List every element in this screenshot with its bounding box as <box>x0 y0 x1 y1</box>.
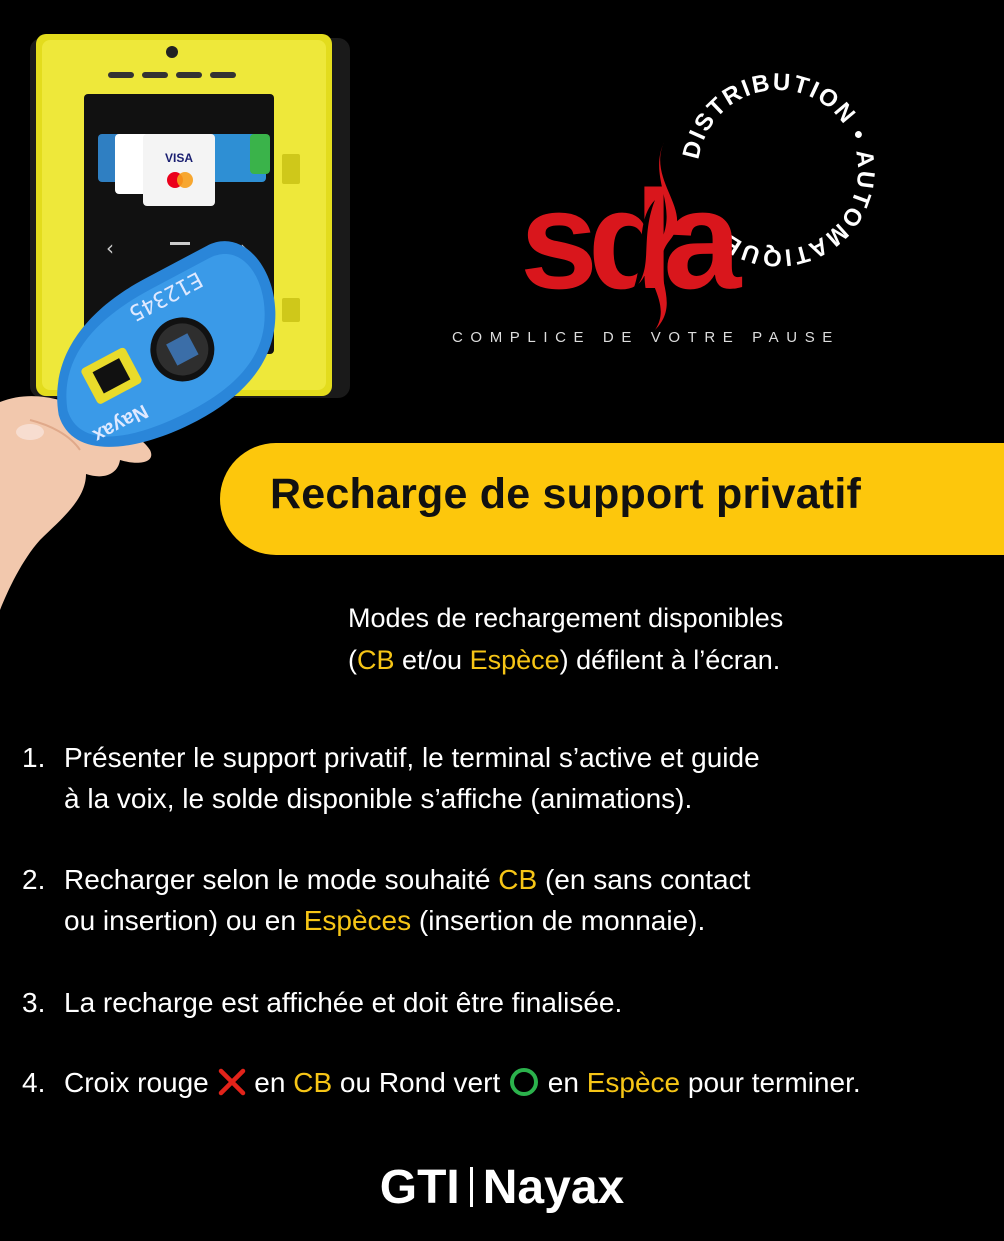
sda-logo-flame <box>633 140 678 330</box>
cb-highlight: CB <box>498 864 538 895</box>
step-number: 4. <box>22 1067 46 1098</box>
espece-highlight: Espèce <box>469 645 560 675</box>
intro-line-1: Modes de rechargement disponibles <box>348 603 784 633</box>
page-title: Recharge de support privatif <box>270 470 861 518</box>
step-text: (insertion de monnaie). <box>411 905 706 936</box>
step-number: 2. <box>22 864 46 895</box>
nayax-logo-text: Nayax <box>482 1161 625 1214</box>
intro-line-2: (CB et/ou Espèce) défilent à l’écran. <box>348 645 780 676</box>
cb-highlight: CB <box>293 1067 333 1098</box>
especes-highlight: Espèces <box>303 905 412 936</box>
step-text: ou Rond vert <box>332 1067 508 1098</box>
step-1: 1. Présenter le support privatif, le term… <box>22 737 760 819</box>
svg-text:‹: ‹ <box>106 236 114 260</box>
green-circle-icon <box>510 1068 538 1096</box>
step-text: Présenter le support privatif, le termin… <box>64 742 760 773</box>
step-text: (en sans contact <box>537 864 751 895</box>
gti-nayax-logo: GTI Nayax <box>0 1160 1004 1215</box>
cb-highlight: CB <box>357 645 395 675</box>
logo-separator <box>469 1167 473 1207</box>
step-text: pour terminer. <box>680 1067 861 1098</box>
intro-text: ) défilent à l’écran. <box>559 645 781 675</box>
step-text: ou insertion) ou en <box>64 905 304 936</box>
step-2: 2. Recharger selon le mode souhaité CB (e… <box>22 859 750 941</box>
step-number: 3. <box>22 987 46 1018</box>
svg-text:VISA: VISA <box>165 151 193 165</box>
espece-highlight: Espèce <box>586 1067 681 1098</box>
red-cross-icon <box>218 1068 245 1096</box>
step-text: Recharger selon le mode souhaité <box>64 864 499 895</box>
step-number: 1. <box>22 742 46 773</box>
step-3: 3. La recharge est affichée et doit être … <box>22 982 622 1023</box>
intro-text: ( <box>348 645 357 675</box>
step-text: La recharge est affichée et doit être fi… <box>64 987 623 1018</box>
step-text: à la voix, le solde disponible s’affiche… <box>64 783 693 814</box>
step-text: en <box>246 1067 294 1098</box>
sda-tagline: COMPLICE DE VOTRE PAUSE <box>452 329 840 346</box>
intro-text: et/ou <box>394 645 470 675</box>
step-text: Croix rouge <box>64 1067 217 1098</box>
step-text: en <box>540 1067 587 1098</box>
gti-logo-text: GTI <box>379 1161 460 1214</box>
step-4: 4. Croix rouge en CB ou Rond vert en Espè… <box>22 1062 861 1103</box>
